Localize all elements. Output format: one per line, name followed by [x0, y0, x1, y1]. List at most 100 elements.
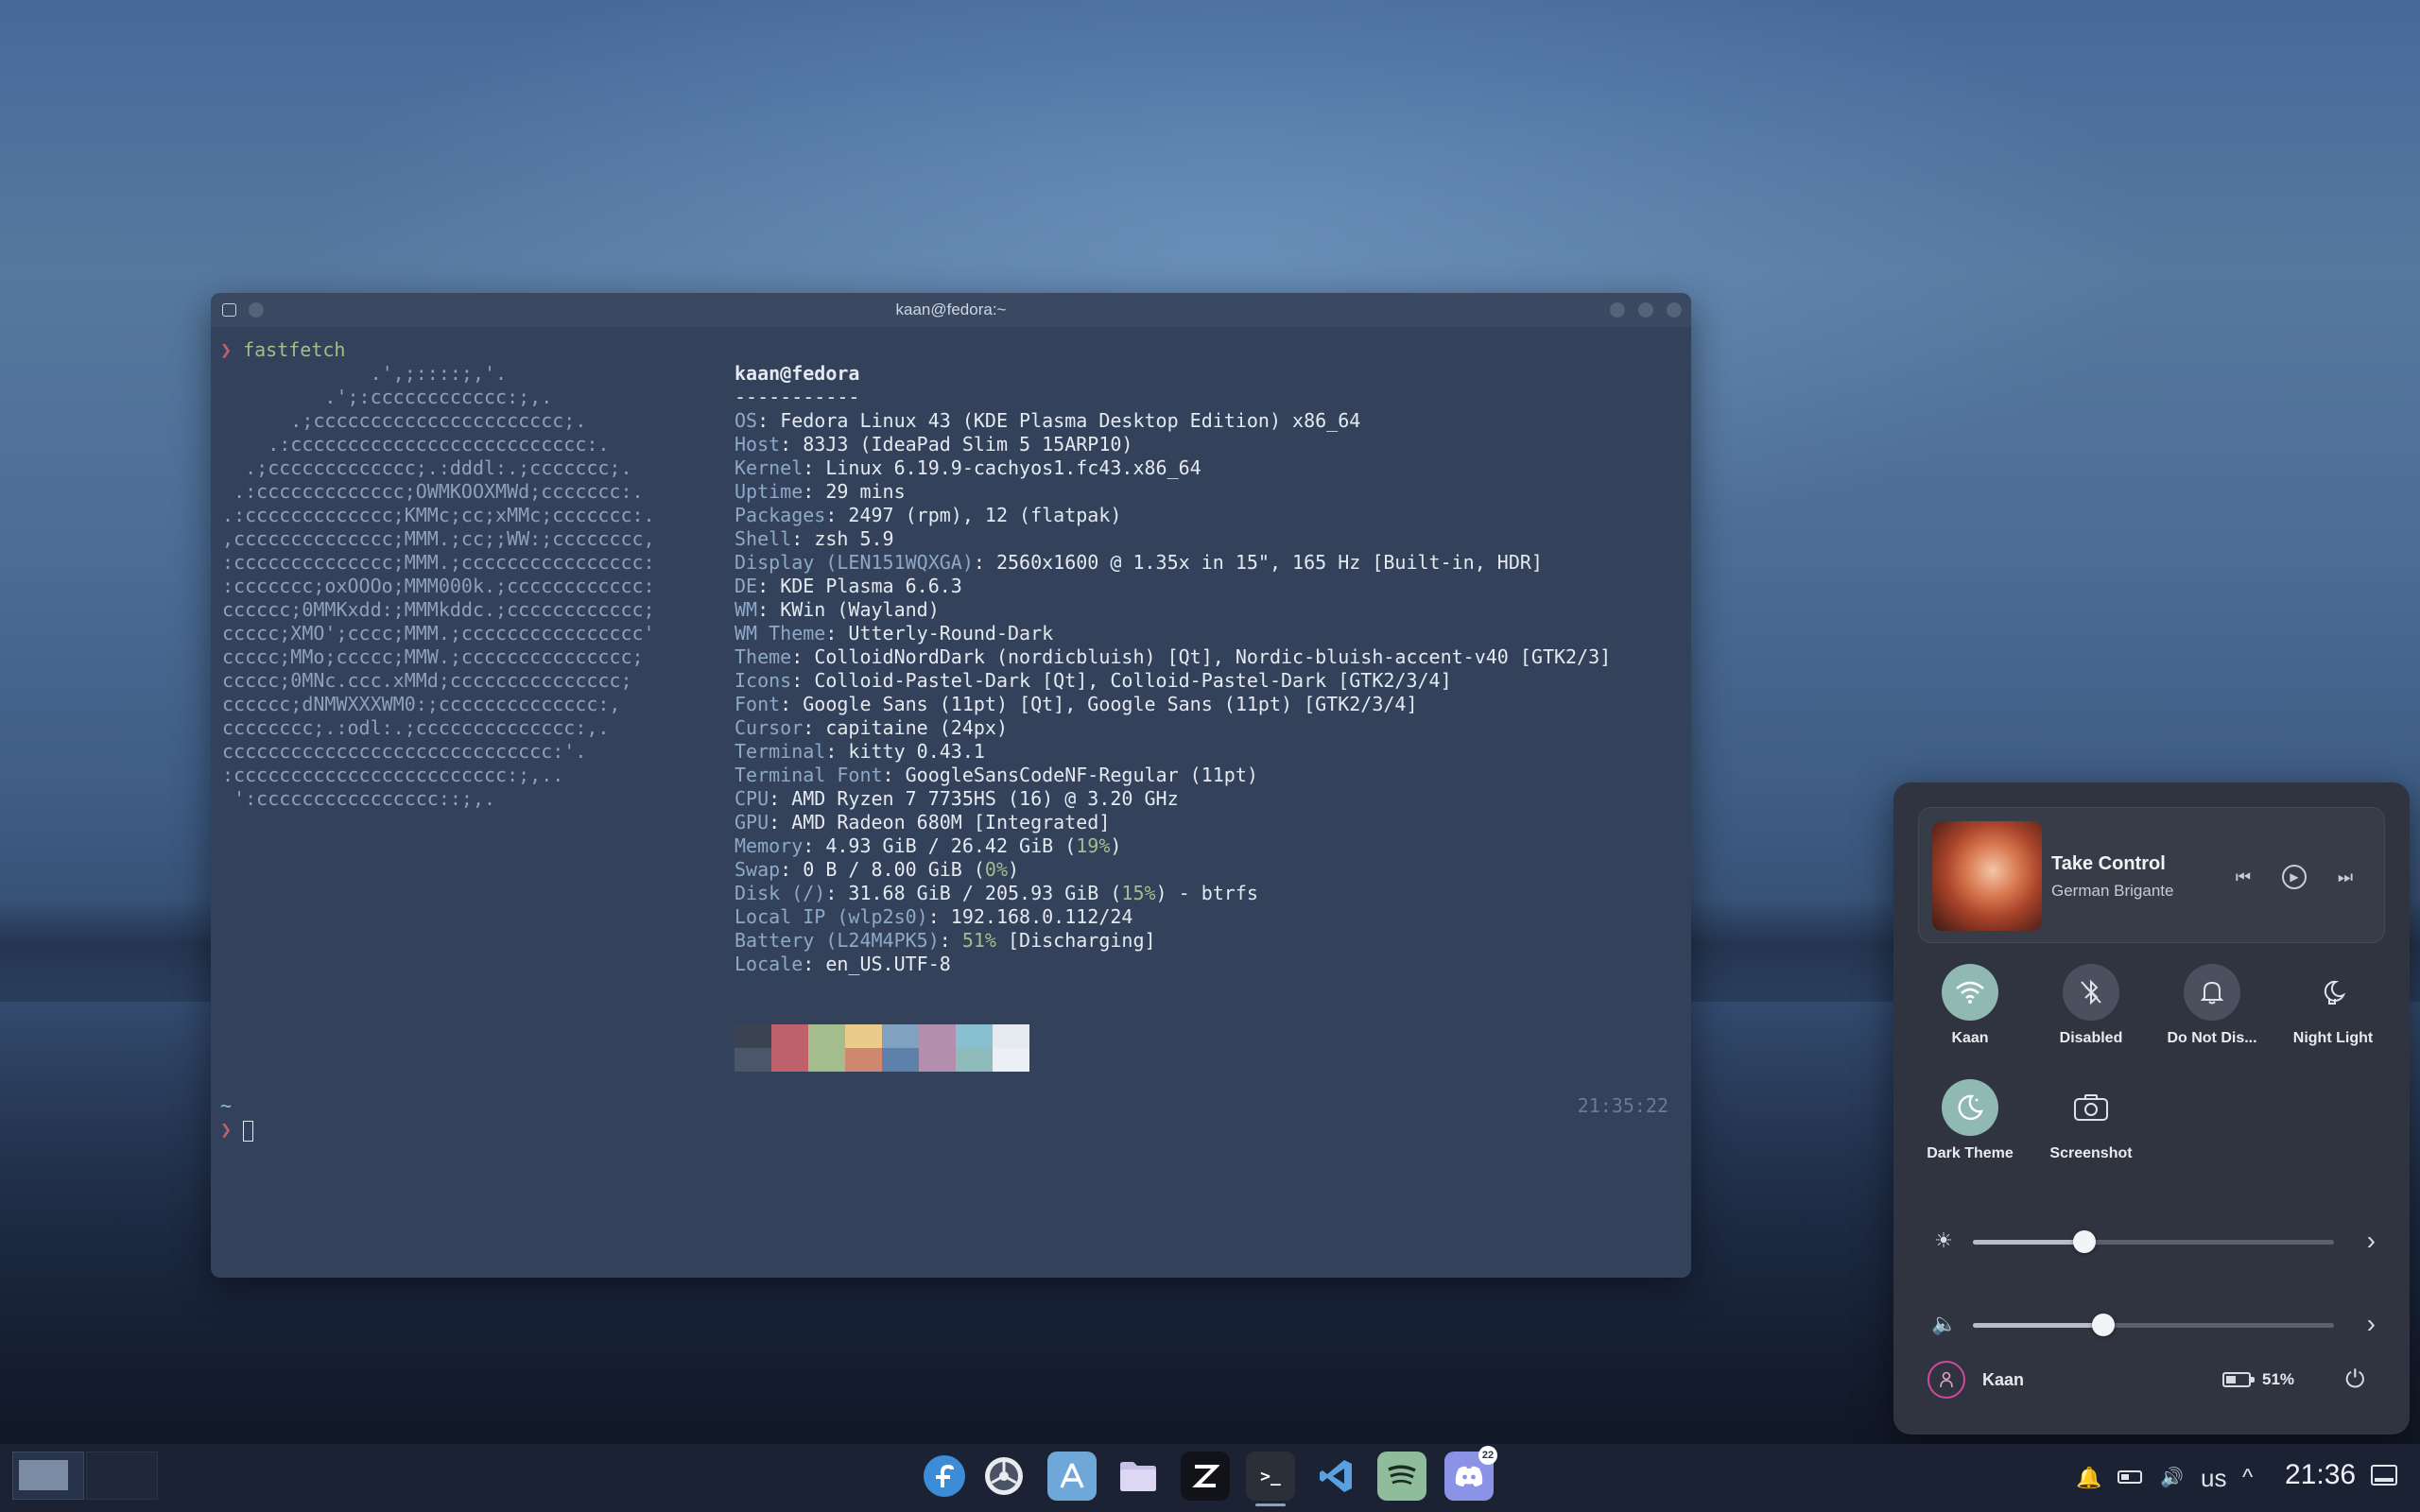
info-percent: 0% — [984, 858, 1009, 881]
system-monitor-icon[interactable] — [979, 1452, 1028, 1501]
logo-line: :cccccccccccccc;MMM.;cccccccccccccccc: — [211, 551, 655, 574]
logo-line: .;cccccccccccccccccccccc;. — [211, 409, 587, 432]
logo-line: ccccc;XMO';cccc;MMM.;cccccccccccccccc' — [211, 622, 655, 644]
virtual-desktop-1[interactable] — [12, 1452, 84, 1500]
info-row: DE: KDE Plasma 6.6.3 — [735, 575, 962, 597]
logo-line: .:ccccccccccccc;OWMKOOXMWd;ccccccc:. — [211, 480, 644, 503]
virtual-desktop-2[interactable] — [86, 1452, 158, 1500]
fedora-icon[interactable] — [920, 1452, 969, 1501]
info-percent: 51% — [961, 929, 996, 952]
tray-battery-icon[interactable] — [2118, 1470, 2142, 1486]
volume-slider[interactable] — [1973, 1314, 2334, 1336]
keyboard-layout[interactable]: us — [2201, 1444, 2226, 1512]
info-percent: 19% — [1076, 834, 1111, 857]
color-palette — [735, 1024, 1029, 1072]
info-row: Terminal: kitty 0.43.1 — [735, 740, 985, 763]
chevron-right-icon[interactable]: › — [2367, 1310, 2376, 1338]
camera-icon[interactable] — [2063, 1079, 2119, 1136]
info-key: Packages — [735, 504, 826, 526]
brightness-slider[interactable] — [1973, 1230, 2334, 1253]
notifications-icon[interactable]: 🔔 — [2076, 1444, 2101, 1512]
info-value: AMD Radeon 680M [Integrated] — [791, 811, 1111, 833]
palette-swatch — [993, 1024, 1029, 1072]
files-icon[interactable] — [1114, 1452, 1163, 1501]
show-desktop-icon[interactable] — [2371, 1465, 2397, 1487]
info-separator: ----------- — [735, 386, 860, 408]
info-value: Utterly-Round-Dark — [848, 622, 1054, 644]
tile-screenshot[interactable]: Screenshot — [2031, 1079, 2152, 1162]
terminal-titlebar[interactable]: kaan@fedora:~ — [211, 293, 1691, 327]
info-key: WM Theme — [735, 622, 826, 644]
dark-theme-icon[interactable] — [1942, 1079, 1998, 1136]
info-value: zsh 5.9 — [814, 527, 894, 550]
bell-icon[interactable] — [2184, 964, 2240, 1021]
close-button[interactable] — [1667, 302, 1682, 318]
tile-dark-theme[interactable]: Dark Theme — [1910, 1079, 2031, 1162]
info-key: Host — [735, 433, 781, 455]
media-player[interactable]: Take Control German Brigante ⏮ ▶ ⏭ — [1918, 807, 2385, 943]
info-key: CPU — [735, 787, 769, 810]
input-line[interactable]: ❯ — [220, 1118, 254, 1142]
info-value: capitaine (24px) — [825, 716, 1008, 739]
skip-previous-icon[interactable]: ⏮ — [2231, 865, 2256, 889]
palette-swatch — [771, 1024, 808, 1072]
battery-status[interactable]: 51% — [2222, 1370, 2294, 1389]
minimize-button[interactable] — [1610, 302, 1625, 318]
discord-icon[interactable]: 22 — [1444, 1446, 1497, 1501]
taskbar: >_ 22 🔔 🔊 us ^ 21:36 — [0, 1444, 2420, 1512]
prompt-symbol: ❯ — [220, 338, 233, 361]
logo-line: ccccc;MMo;ccccc;MMW.;ccccccccccccccc; — [211, 645, 644, 668]
maximize-button[interactable] — [1638, 302, 1653, 318]
zed-icon[interactable] — [1181, 1452, 1230, 1501]
user-icon — [1927, 1361, 1965, 1399]
bluetooth-off-icon[interactable] — [2063, 964, 2119, 1021]
brightness-handle[interactable] — [2073, 1230, 2097, 1253]
chevron-right-icon[interactable]: › — [2367, 1227, 2376, 1255]
skip-next-icon[interactable]: ⏭ — [2333, 865, 2358, 889]
info-value: KWin (Wayland) — [780, 598, 940, 621]
tile-label: Screenshot — [2049, 1145, 2133, 1161]
volume-handle[interactable] — [2091, 1314, 2115, 1336]
info-key: Memory — [735, 834, 804, 857]
spotify-icon[interactable] — [1377, 1452, 1426, 1501]
info-row: Icons: Colloid-Pastel-Dark [Qt], Colloid… — [735, 669, 1452, 692]
taskbar-clock[interactable]: 21:36 — [2285, 1444, 2356, 1506]
tile-do-not-disturb[interactable]: Do Not Dis... — [2152, 964, 2273, 1047]
tile-label: Night Light — [2292, 1030, 2374, 1046]
tile-bluetooth[interactable]: Disabled — [2031, 964, 2152, 1047]
info-row: Font: Google Sans (11pt) [Qt], Google Sa… — [735, 693, 1418, 715]
info-row: Uptime: 29 mins — [735, 480, 906, 503]
info-value: GoogleSansCodeNF-Regular (11pt) — [905, 764, 1258, 786]
palette-swatch — [808, 1024, 845, 1072]
chevron-up-icon[interactable]: ^ — [2242, 1444, 2253, 1512]
info-value: 31.68 GiB / 205.93 GiB ( — [848, 882, 1122, 904]
vscode-icon[interactable] — [1312, 1452, 1361, 1501]
tile-night-light[interactable]: Night Light — [2273, 964, 2394, 1047]
track-title: Take Control — [2051, 853, 2166, 874]
info-key: Battery (L24M4PK5) — [735, 929, 940, 952]
night-light-icon[interactable] — [2305, 964, 2361, 1021]
info-key: GPU — [735, 811, 769, 833]
app-store-icon[interactable] — [1047, 1452, 1097, 1501]
tray-volume-icon[interactable]: 🔊 — [2160, 1444, 2184, 1512]
info-key: Icons — [735, 669, 792, 692]
power-icon[interactable]: ⏻ — [2345, 1365, 2365, 1395]
info-row: Kernel: Linux 6.19.9-cachyos1.fc43.x86_6… — [735, 456, 1201, 479]
terminal-window[interactable]: kaan@fedora:~ ❯ fastfetch .',;::::;,'. .… — [211, 293, 1691, 1278]
info-row: Terminal Font: GoogleSansCodeNF-Regular … — [735, 764, 1258, 786]
logo-line: .;ccccccccccccc;.:dddl:.;ccccccc;. — [211, 456, 632, 479]
info-value: 192.168.0.112/24 — [950, 905, 1133, 928]
user-switcher[interactable]: Kaan — [1927, 1361, 2024, 1399]
battery-percent: 51% — [2262, 1370, 2295, 1388]
tile-wifi[interactable]: Kaan — [1910, 964, 2031, 1047]
text-cursor — [243, 1120, 254, 1142]
info-row: Memory: 4.93 GiB / 26.42 GiB (19%) — [735, 834, 1122, 857]
volume-slider-row: 🔈 › — [1931, 1306, 2376, 1344]
volume-fill — [1973, 1323, 2103, 1328]
terminal-icon[interactable]: >_ — [1246, 1452, 1295, 1506]
brightness-slider-row: ☀ › — [1931, 1223, 2376, 1261]
logo-line: :cccccccccccccccccccccccc:;,.. — [211, 764, 564, 786]
wifi-icon[interactable] — [1942, 964, 1998, 1021]
play-icon[interactable]: ▶ — [2282, 865, 2307, 889]
command-text: fastfetch — [243, 338, 346, 361]
